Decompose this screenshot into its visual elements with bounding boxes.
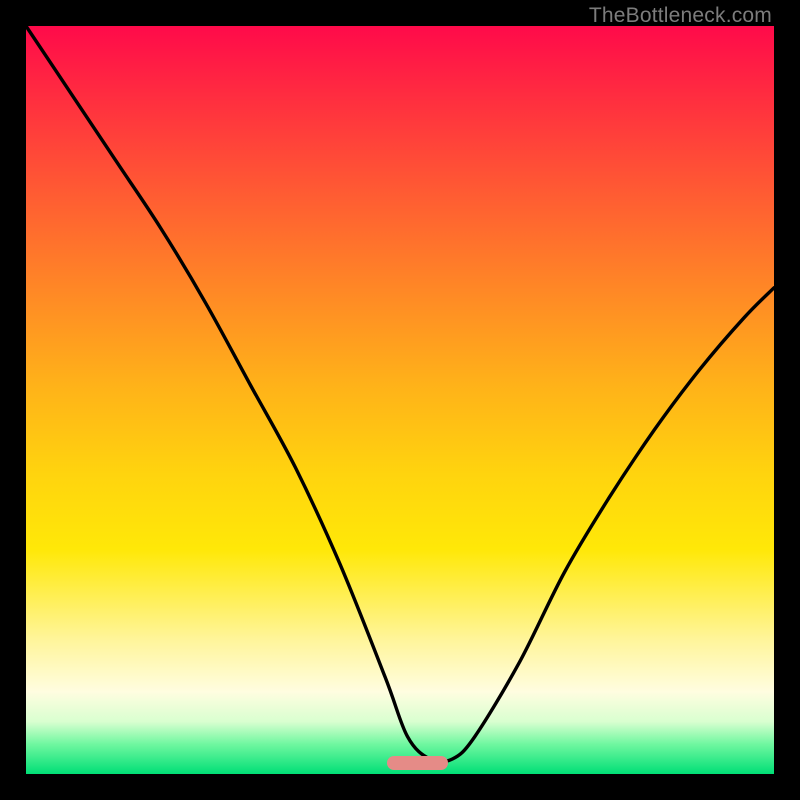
curve-path — [26, 26, 774, 762]
bottleneck-curve — [26, 26, 774, 774]
chart-stage: TheBottleneck.com — [0, 0, 800, 800]
optimal-marker — [387, 756, 448, 770]
watermark-text: TheBottleneck.com — [589, 4, 772, 28]
plot-area — [26, 26, 774, 774]
